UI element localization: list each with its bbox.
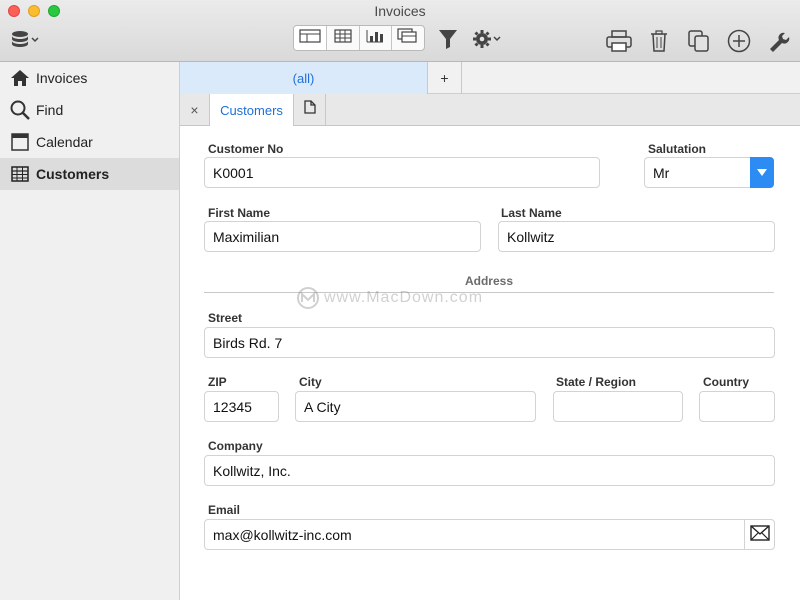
window-title: Invoices xyxy=(374,3,426,19)
envelope-icon xyxy=(749,525,770,544)
customer-no-field[interactable]: K0001 xyxy=(204,157,600,188)
gear-icon xyxy=(472,29,502,49)
database-menu-button[interactable] xyxy=(10,30,44,50)
sidebar-item-find[interactable]: Find xyxy=(0,94,179,126)
tools-button[interactable] xyxy=(768,30,790,52)
tab-all[interactable]: (all) xyxy=(180,62,428,94)
customer-no-value: K0001 xyxy=(213,164,254,181)
first-name-value: Maximilian xyxy=(213,228,280,245)
duplicate-button[interactable] xyxy=(688,30,710,52)
print-icon xyxy=(606,30,632,52)
sidebar-item-label: Calendar xyxy=(36,134,93,150)
last-name-value: Kollwitz xyxy=(507,228,555,245)
address-divider xyxy=(204,292,774,293)
zip-field[interactable]: 12345 xyxy=(204,391,279,422)
database-icon xyxy=(10,30,44,50)
street-field[interactable]: Birds Rd. 7 xyxy=(204,327,775,358)
table-view-button[interactable] xyxy=(327,26,360,50)
filter-icon xyxy=(438,28,458,50)
add-record-button[interactable] xyxy=(727,29,751,53)
watermark-text: www.MacDown.com xyxy=(324,289,484,306)
view-mode-switcher xyxy=(293,25,425,51)
delete-button[interactable] xyxy=(650,30,668,52)
filter-button[interactable] xyxy=(438,28,458,50)
city-value: A City xyxy=(304,398,341,415)
salutation-label: Salutation xyxy=(648,142,707,156)
home-icon xyxy=(10,68,30,88)
state-field[interactable] xyxy=(553,391,683,422)
table-view-icon xyxy=(334,28,352,48)
customer-no-label: Customer No xyxy=(208,142,284,156)
duplicate-icon xyxy=(688,30,710,52)
email-value: max@kollwitz-inc.com xyxy=(213,526,352,543)
close-tab-button[interactable]: × xyxy=(180,94,210,125)
country-label: Country xyxy=(703,375,749,389)
print-button[interactable] xyxy=(606,30,632,52)
address-section-title: Address xyxy=(464,274,514,288)
email-label: Email xyxy=(208,503,241,517)
new-document-tab-button[interactable] xyxy=(294,94,326,125)
tab-customers[interactable]: Customers xyxy=(210,94,294,126)
sidebar-item-label: Customers xyxy=(36,166,110,182)
salutation-select[interactable]: Mr xyxy=(644,157,774,188)
sidebar: Invoices Find Calendar Customers xyxy=(0,62,180,600)
send-email-button[interactable] xyxy=(744,520,774,549)
form-view-button[interactable] xyxy=(294,26,327,50)
sidebar-item-label: Find xyxy=(36,102,64,118)
email-field[interactable]: max@kollwitz-inc.com xyxy=(204,519,775,550)
form-view-icon xyxy=(299,28,321,48)
last-name-field[interactable]: Kollwitz xyxy=(498,221,775,252)
add-filter-tab-button[interactable]: + xyxy=(428,62,462,94)
city-label: City xyxy=(299,375,322,389)
calendar-icon xyxy=(10,132,30,152)
first-name-label: First Name xyxy=(208,206,271,220)
add-icon xyxy=(727,29,751,53)
sidebar-item-label: Invoices xyxy=(36,70,88,86)
card-view-icon xyxy=(397,27,419,49)
street-label: Street xyxy=(208,311,243,325)
trash-icon xyxy=(650,30,668,52)
search-icon xyxy=(10,100,30,120)
chart-view-icon xyxy=(366,29,384,48)
card-view-button[interactable] xyxy=(392,26,424,50)
watermark-logo-icon xyxy=(297,287,319,309)
company-label: Company xyxy=(208,439,263,453)
last-name-label: Last Name xyxy=(501,206,562,220)
salutation-value: Mr xyxy=(653,164,670,181)
document-icon xyxy=(303,100,316,119)
settings-menu-button[interactable] xyxy=(472,29,502,49)
company-field[interactable]: Kollwitz, Inc. xyxy=(204,455,775,486)
company-value: Kollwitz, Inc. xyxy=(213,462,291,479)
chart-view-button[interactable] xyxy=(360,26,393,50)
country-field[interactable] xyxy=(699,391,775,422)
grid-icon xyxy=(10,164,30,184)
state-label: State / Region xyxy=(556,375,637,389)
wrench-icon xyxy=(768,30,790,52)
first-name-field[interactable]: Maximilian xyxy=(204,221,481,252)
filter-tab-bar: (all) + xyxy=(180,62,800,94)
record-tab-bar: × Customers xyxy=(180,94,800,126)
window-titlebar: Invoices xyxy=(0,0,800,62)
zip-label: ZIP xyxy=(208,375,227,389)
city-field[interactable]: A City xyxy=(295,391,536,422)
dropdown-arrow-icon[interactable] xyxy=(750,157,774,188)
sidebar-item-customers[interactable]: Customers xyxy=(0,158,179,190)
street-value: Birds Rd. 7 xyxy=(213,334,283,351)
watermark: www.MacDown.com xyxy=(296,286,483,310)
sidebar-item-invoices[interactable]: Invoices xyxy=(0,62,179,94)
sidebar-item-calendar[interactable]: Calendar xyxy=(0,126,179,158)
zip-value: 12345 xyxy=(213,398,252,415)
customer-form: Customer No K0001 Salutation Mr First Na… xyxy=(180,126,800,600)
